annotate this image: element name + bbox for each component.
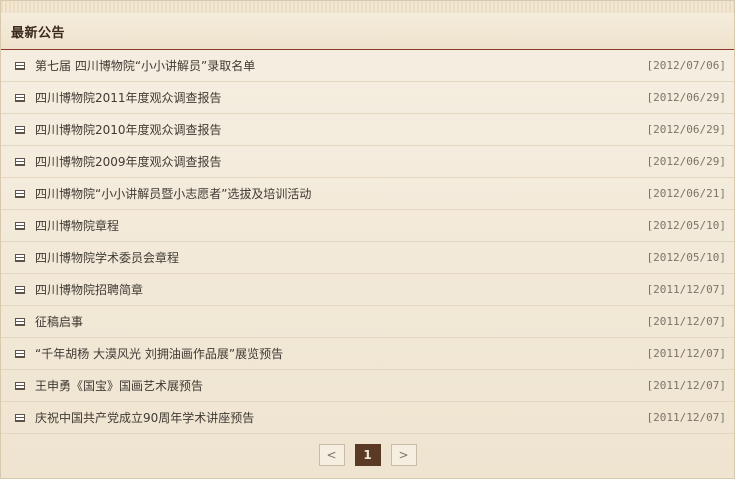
list-item[interactable]: 庆祝中国共产党成立90周年学术讲座预告 [2011/12/07] (1, 402, 734, 434)
list-item[interactable]: 四川博物院学术委员会章程 [2012/05/10] (1, 242, 734, 274)
list-item[interactable]: “千年胡杨 大漠风光 刘拥油画作品展”展览预告 [2011/12/07] (1, 338, 734, 370)
next-page-button[interactable]: > (390, 444, 417, 466)
list-bullet-icon (15, 349, 25, 358)
page-title: 最新公告 (11, 25, 66, 41)
list-item[interactable]: 四川博物院章程 [2012/05/10] (1, 210, 734, 242)
list-bullet-icon (15, 125, 25, 134)
announcement-date: [2012/06/29] (646, 91, 726, 104)
announcement-title[interactable]: 四川博物院2009年度观众调查报告 (35, 153, 647, 170)
list-bullet-icon (15, 189, 25, 198)
list-item[interactable]: 征稿启事 [2011/12/07] (1, 306, 734, 338)
announcement-date: [2011/12/07] (646, 379, 726, 392)
decorative-border (1, 1, 734, 13)
list-bullet-icon (15, 221, 25, 230)
announcement-date: [2012/05/10] (646, 219, 726, 232)
announcement-list: 第七届 四川博物院“小小讲解员”录取名单 [2012/07/06] 四川博物院20… (1, 50, 734, 434)
list-item[interactable]: 四川博物院2009年度观众调查报告 [2012/06/29] (1, 146, 734, 178)
announcement-date: [2011/12/07] (646, 315, 726, 328)
list-item[interactable]: 王申勇《国宝》国画艺术展预告 [2011/12/07] (1, 370, 734, 402)
announcement-panel: 最新公告 第七届 四川博物院“小小讲解员”录取名单 [2012/07/06] 四川… (0, 0, 735, 479)
list-item[interactable]: 四川博物院招聘简章 [2011/12/07] (1, 274, 734, 306)
announcement-date: [2012/07/06] (646, 59, 726, 72)
list-bullet-icon (15, 157, 25, 166)
announcement-date: [2012/06/21] (646, 187, 726, 200)
announcement-title[interactable]: 四川博物院招聘简章 (35, 281, 647, 298)
list-bullet-icon (15, 253, 25, 262)
announcement-date: [2012/06/29] (646, 123, 726, 136)
announcement-title[interactable]: 第七届 四川博物院“小小讲解员”录取名单 (35, 57, 647, 74)
announcement-date: [2012/06/29] (646, 155, 726, 168)
list-item[interactable]: 四川博物院“小小讲解员暨小志愿者”选拔及培训活动 [2012/06/21] (1, 178, 734, 210)
current-page-button[interactable]: 1 (354, 444, 381, 466)
announcement-title[interactable]: “千年胡杨 大漠风光 刘拥油画作品展”展览预告 (35, 345, 647, 362)
announcement-title[interactable]: 四川博物院2011年度观众调查报告 (35, 89, 647, 106)
announcement-date: [2011/12/07] (646, 283, 726, 296)
announcement-title[interactable]: 四川博物院章程 (35, 217, 647, 234)
list-item[interactable]: 四川博物院2011年度观众调查报告 [2012/06/29] (1, 82, 734, 114)
list-bullet-icon (15, 381, 25, 390)
list-bullet-icon (15, 93, 25, 102)
announcement-title[interactable]: 征稿启事 (35, 313, 647, 330)
pagination: < 1 > (1, 444, 734, 466)
list-bullet-icon (15, 317, 25, 326)
announcement-title[interactable]: 王申勇《国宝》国画艺术展预告 (35, 377, 647, 394)
prev-page-button[interactable]: < (318, 444, 345, 466)
announcement-title[interactable]: 庆祝中国共产党成立90周年学术讲座预告 (35, 409, 647, 426)
announcement-date: [2012/05/10] (646, 251, 726, 264)
announcement-title[interactable]: 四川博物院2010年度观众调查报告 (35, 121, 647, 138)
list-item[interactable]: 四川博物院2010年度观众调查报告 [2012/06/29] (1, 114, 734, 146)
list-bullet-icon (15, 413, 25, 422)
announcement-date: [2011/12/07] (646, 411, 726, 424)
list-bullet-icon (15, 285, 25, 294)
announcement-title[interactable]: 四川博物院学术委员会章程 (35, 249, 647, 266)
announcement-date: [2011/12/07] (646, 347, 726, 360)
panel-header: 最新公告 (1, 13, 734, 50)
list-item[interactable]: 第七届 四川博物院“小小讲解员”录取名单 [2012/07/06] (1, 50, 734, 82)
list-bullet-icon (15, 61, 25, 70)
announcement-title[interactable]: 四川博物院“小小讲解员暨小志愿者”选拔及培训活动 (35, 185, 647, 202)
